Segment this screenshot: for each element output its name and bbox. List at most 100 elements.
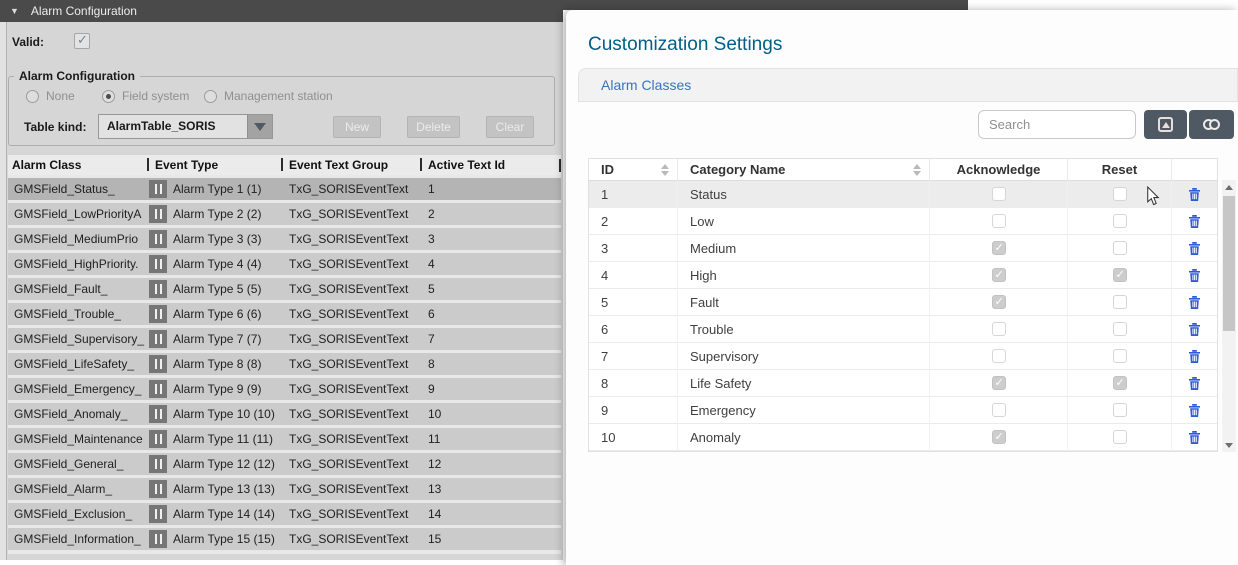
acknowledge-checkbox[interactable]	[992, 295, 1006, 309]
alarm-table-row[interactable]: GMSField_Exclusion_ Alarm Type 14 (14) T…	[8, 503, 561, 525]
alarm-table-row[interactable]: GMSField_Information_ Alarm Type 15 (15)…	[8, 528, 561, 550]
alarm-class-row[interactable]: 6 Trouble	[589, 316, 1217, 343]
trash-icon[interactable]	[1188, 268, 1201, 283]
radio-none[interactable]: None	[26, 89, 75, 103]
reset-checkbox[interactable]	[1113, 268, 1127, 282]
trash-icon[interactable]	[1188, 430, 1201, 445]
alarm-table-row[interactable]: GMSField_Maintenance Alarm Type 11 (11) …	[8, 428, 561, 450]
trash-icon[interactable]	[1188, 187, 1201, 202]
scroll-up-icon[interactable]	[1222, 180, 1236, 194]
tab-alarm-classes[interactable]: Alarm Classes	[601, 77, 691, 93]
pause-icon[interactable]	[149, 180, 167, 198]
search-input[interactable]	[978, 110, 1136, 139]
alarm-table-row[interactable]: GMSField_HighPriority. Alarm Type 4 (4) …	[8, 253, 561, 275]
alarm-class-row[interactable]: 10 Anomaly	[589, 424, 1217, 451]
reset-checkbox[interactable]	[1113, 349, 1127, 363]
reset-checkbox[interactable]	[1113, 430, 1127, 444]
alarm-class-row[interactable]: 8 Life Safety	[589, 370, 1217, 397]
alarm-class-row[interactable]: 3 Medium	[589, 235, 1217, 262]
alarm-class-row[interactable]: 1 Status	[589, 181, 1217, 208]
column-header-event-text-group[interactable]: Event Text Group	[281, 155, 420, 175]
scrollbar-thumb[interactable]	[1223, 196, 1235, 331]
trash-icon[interactable]	[1188, 376, 1201, 391]
alarm-table-row[interactable]: GMSField_Fault_ Alarm Type 5 (5) TxG_SOR…	[8, 278, 561, 300]
reset-checkbox[interactable]	[1113, 187, 1127, 201]
reset-checkbox[interactable]	[1113, 376, 1127, 390]
trash-icon[interactable]	[1188, 349, 1201, 364]
pause-icon[interactable]	[149, 305, 167, 323]
alarm-table-row[interactable]: GMSField_General_ Alarm Type 12 (12) TxG…	[8, 453, 561, 475]
clear-button[interactable]: Clear	[486, 116, 534, 138]
sort-icon[interactable]	[913, 164, 921, 176]
column-header-active-text-id[interactable]: Active Text Id	[420, 155, 555, 175]
acknowledge-checkbox[interactable]	[992, 241, 1006, 255]
reset-checkbox[interactable]	[1113, 295, 1127, 309]
alarm-table-row[interactable]: GMSField_Emergency_ Alarm Type 9 (9) TxG…	[8, 378, 561, 400]
radio-management-station[interactable]: Management station	[204, 89, 333, 103]
column-header-id[interactable]: ID	[589, 159, 677, 181]
pause-icon[interactable]	[149, 380, 167, 398]
pause-icon[interactable]	[149, 405, 167, 423]
reset-checkbox[interactable]	[1113, 241, 1127, 255]
trash-icon[interactable]	[1188, 241, 1201, 256]
alarm-class-row[interactable]: 9 Emergency	[589, 397, 1217, 424]
image-export-button[interactable]	[1144, 110, 1187, 139]
collapse-icon[interactable]: ▼	[10, 6, 19, 16]
alarm-table-row[interactable]: GMSField_Alarm_ Alarm Type 13 (13) TxG_S…	[8, 478, 561, 500]
acknowledge-checkbox[interactable]	[992, 187, 1006, 201]
column-header-alarm-class[interactable]: Alarm Class	[8, 155, 147, 175]
column-header-event-type[interactable]: Event Type	[147, 155, 281, 175]
new-button[interactable]: New	[333, 116, 381, 138]
alarm-table-row[interactable]: GMSField_Supervisory_ Alarm Type 7 (7) T…	[8, 328, 561, 350]
alarm-class-row[interactable]: 5 Fault	[589, 289, 1217, 316]
acknowledge-checkbox[interactable]	[992, 403, 1006, 417]
pause-icon[interactable]	[149, 330, 167, 348]
acknowledge-checkbox[interactable]	[992, 214, 1006, 228]
scroll-down-icon[interactable]	[1222, 438, 1236, 452]
alarm-table-row[interactable]: GMSField_Anomaly_ Alarm Type 10 (10) TxG…	[8, 403, 561, 425]
active-text-id-cell: 15	[420, 528, 555, 550]
reset-checkbox[interactable]	[1113, 214, 1127, 228]
radio-field-system[interactable]: Field system	[102, 89, 189, 103]
panel-titlebar[interactable]: ▼ Alarm Configuration	[0, 0, 563, 22]
dropdown-button[interactable]	[247, 115, 272, 138]
alarm-table-row[interactable]: GMSField_LifeSafety_ Alarm Type 8 (8) Tx…	[8, 353, 561, 375]
pause-icon[interactable]	[149, 455, 167, 473]
toggle-view-button[interactable]	[1189, 110, 1234, 139]
sort-icon[interactable]	[661, 164, 669, 176]
acknowledge-checkbox[interactable]	[992, 322, 1006, 336]
alarm-table-row[interactable]: GMSField_MediumPrio Alarm Type 3 (3) TxG…	[8, 228, 561, 250]
pause-icon[interactable]	[149, 355, 167, 373]
pause-icon[interactable]	[149, 505, 167, 523]
pause-icon[interactable]	[149, 280, 167, 298]
pause-icon[interactable]	[149, 530, 167, 548]
acknowledge-checkbox[interactable]	[992, 430, 1006, 444]
pause-icon[interactable]	[149, 230, 167, 248]
alarm-table-row[interactable]: GMSField_LowPriorityA Alarm Type 2 (2) T…	[8, 203, 561, 225]
alarm-class-row[interactable]: 2 Low	[589, 208, 1217, 235]
acknowledge-checkbox[interactable]	[992, 268, 1006, 282]
pause-icon[interactable]	[149, 430, 167, 448]
valid-checkbox[interactable]	[74, 33, 90, 49]
alarm-class-row[interactable]: 7 Supervisory	[589, 343, 1217, 370]
acknowledge-checkbox[interactable]	[992, 349, 1006, 363]
table-scrollbar[interactable]	[1222, 180, 1236, 452]
alarm-table-header: Alarm Class Event Type Event Text Group …	[8, 155, 561, 175]
delete-button[interactable]: Delete	[407, 116, 460, 138]
reset-checkbox[interactable]	[1113, 322, 1127, 336]
alarm-table-row[interactable]: GMSField_Trouble_ Alarm Type 6 (6) TxG_S…	[8, 303, 561, 325]
page-title: Customization Settings	[588, 34, 782, 56]
pause-icon[interactable]	[149, 480, 167, 498]
trash-icon[interactable]	[1188, 403, 1201, 418]
table-kind-dropdown[interactable]: AlarmTable_SORIS	[98, 114, 273, 139]
trash-icon[interactable]	[1188, 214, 1201, 229]
column-header-category-name[interactable]: Category Name	[677, 159, 929, 181]
reset-checkbox[interactable]	[1113, 403, 1127, 417]
alarm-table-row[interactable]: GMSField_Status_ Alarm Type 1 (1) TxG_SO…	[8, 178, 561, 200]
acknowledge-checkbox[interactable]	[992, 376, 1006, 390]
trash-icon[interactable]	[1188, 295, 1201, 310]
alarm-class-row[interactable]: 4 High	[589, 262, 1217, 289]
pause-icon[interactable]	[149, 205, 167, 223]
trash-icon[interactable]	[1188, 322, 1201, 337]
pause-icon[interactable]	[149, 255, 167, 273]
